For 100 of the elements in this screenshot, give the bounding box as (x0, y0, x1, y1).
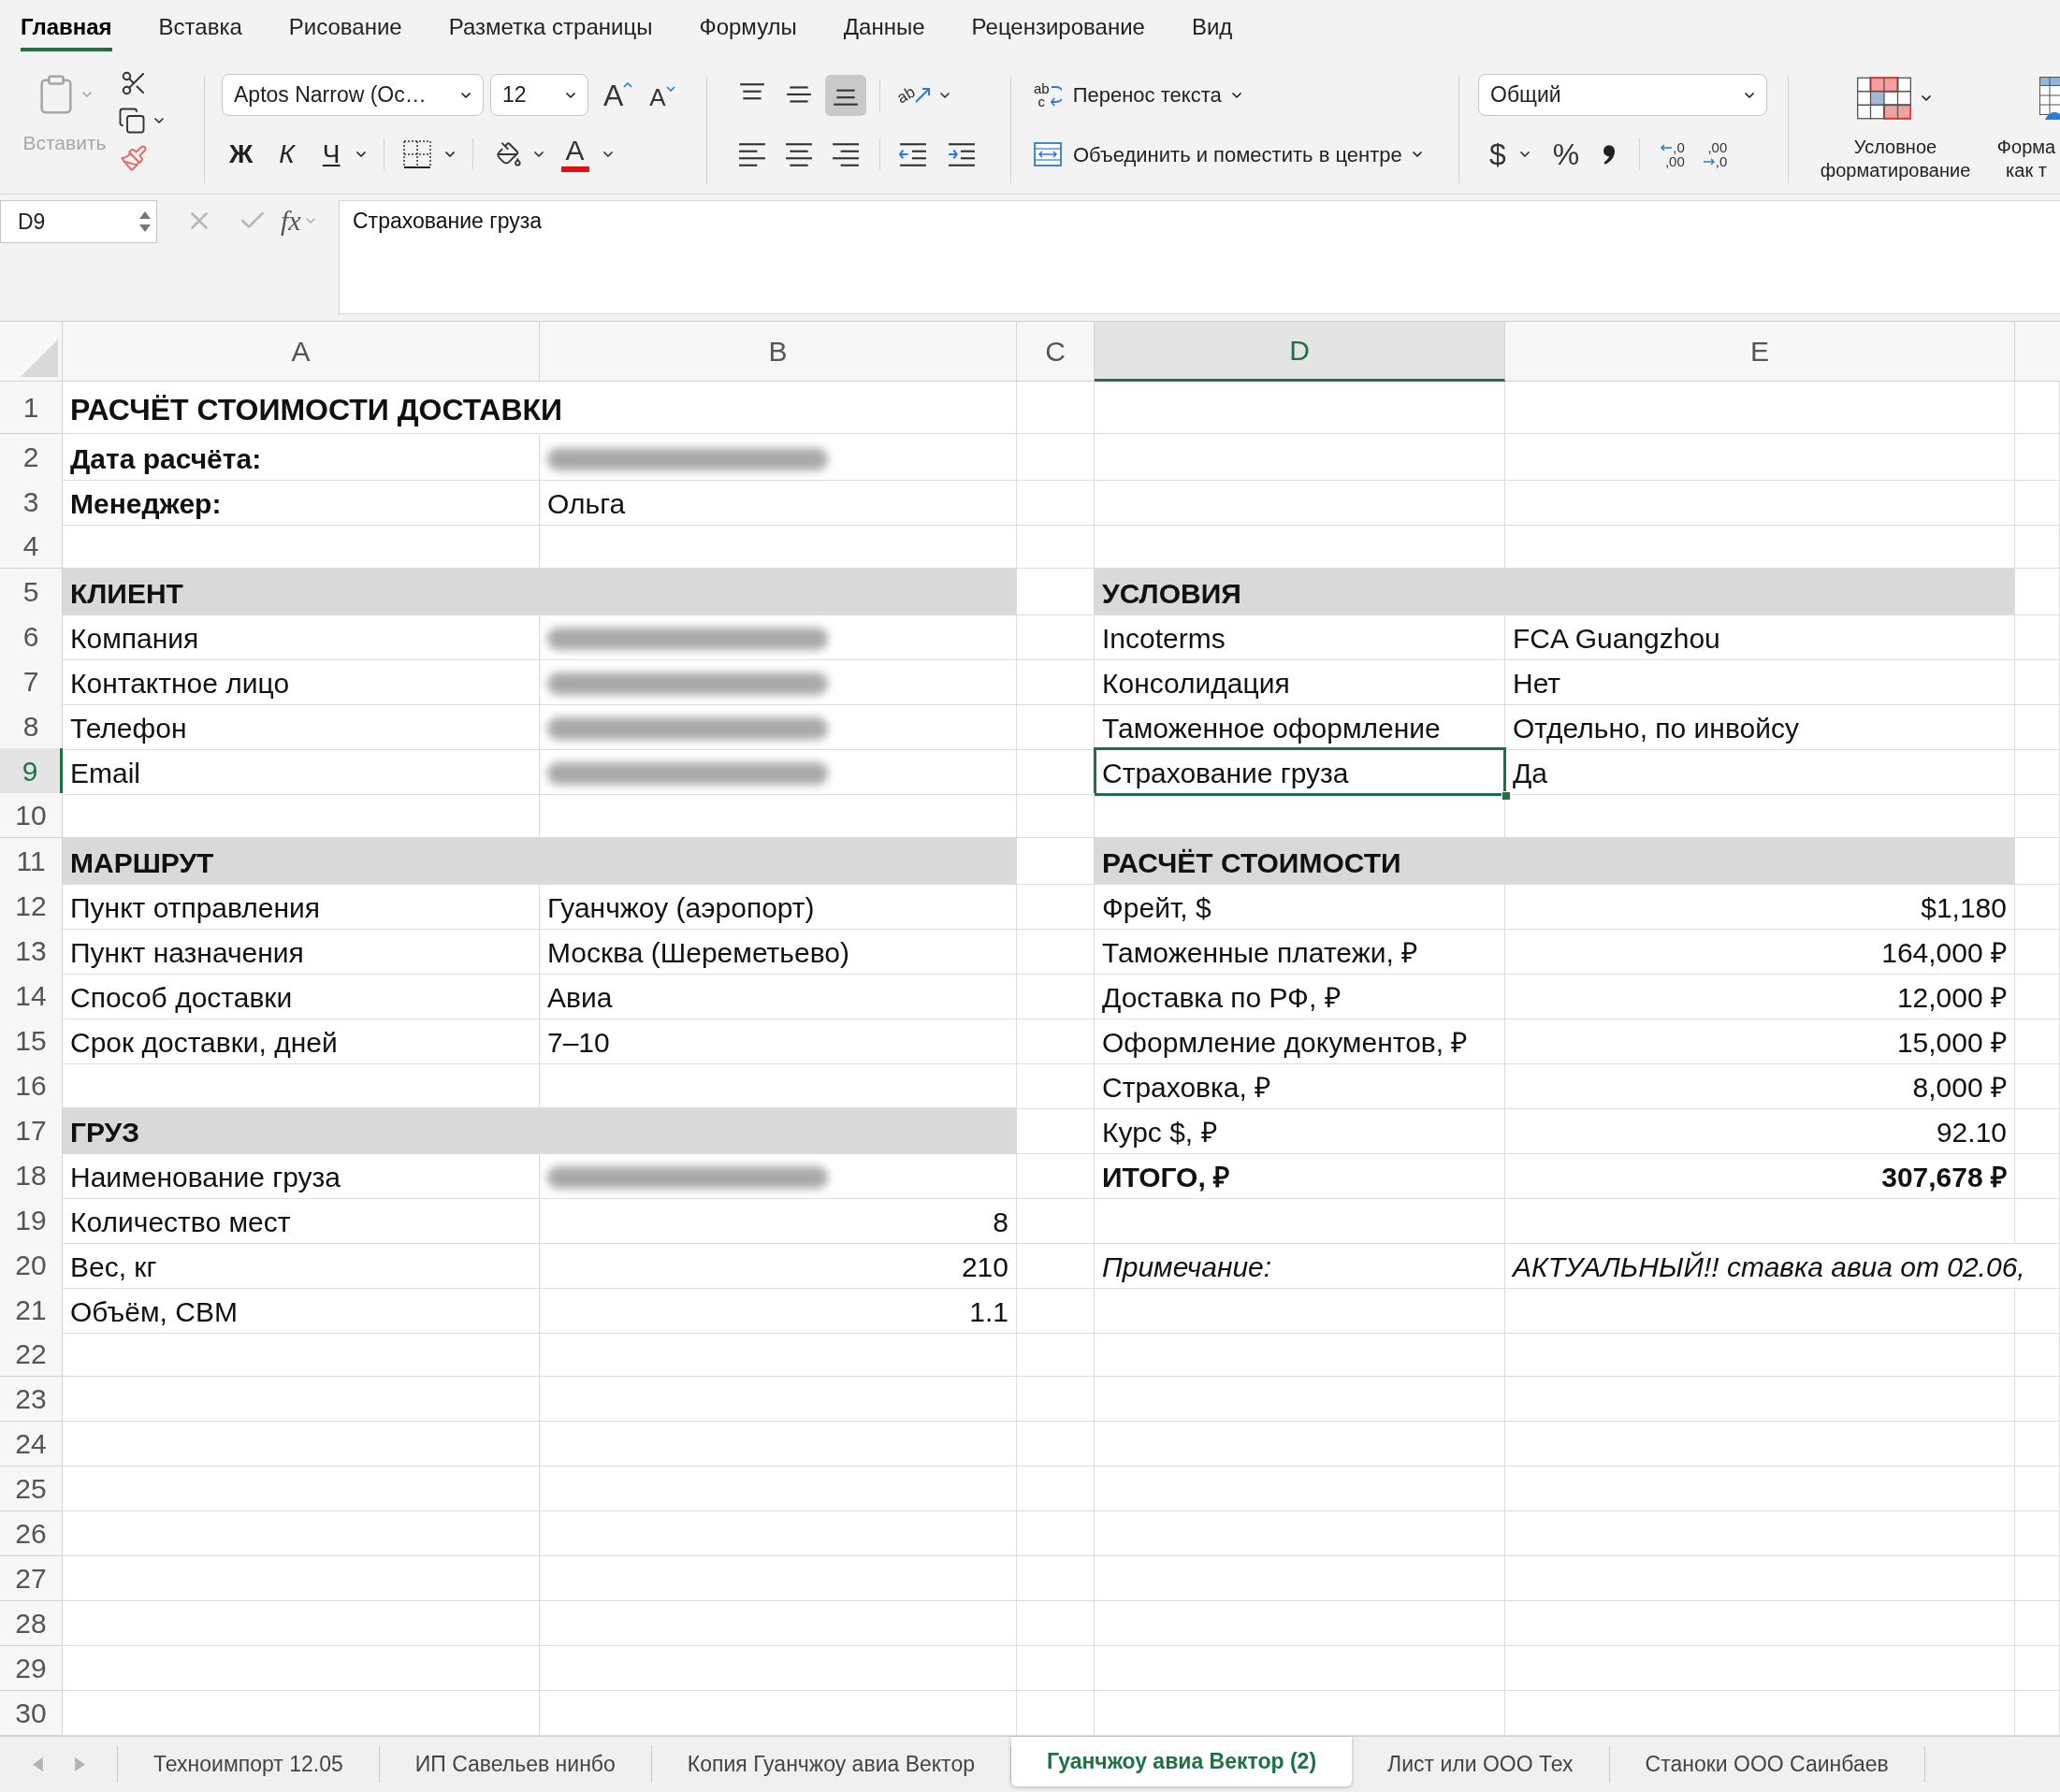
ribbon-tab[interactable]: Вид (1191, 6, 1233, 51)
sheet-tab[interactable]: Лист или ООО Тех (1352, 1746, 1610, 1783)
ribbon-tab[interactable]: Формулы (699, 6, 797, 51)
row-header[interactable]: 17 (0, 1107, 63, 1154)
row-header[interactable]: 30 (0, 1691, 63, 1736)
row-header[interactable]: 20 (0, 1242, 63, 1289)
ribbon-tab[interactable]: Вставка (158, 6, 242, 51)
name-box[interactable]: D9 (0, 200, 157, 243)
column-header[interactable]: D (1095, 322, 1505, 382)
table-cell: Объём, CBM (63, 1287, 540, 1334)
row-header[interactable]: 16 (0, 1062, 63, 1109)
empty-cell (2015, 928, 2060, 975)
row-header[interactable]: 3 (0, 479, 63, 526)
section-header-cell: РАСЧЁТ СТОИМОСТИ (1095, 838, 2015, 885)
formula-input[interactable]: Страхование груза (339, 200, 2060, 314)
row-header[interactable]: 25 (0, 1467, 63, 1511)
fill-color-button[interactable] (495, 141, 546, 167)
row-header[interactable]: 8 (0, 703, 63, 750)
table-cell: Москва (Шереметьево) (540, 928, 1017, 975)
comma-icon[interactable] (1603, 144, 1616, 165)
row-header[interactable]: 5 (0, 569, 63, 615)
number-format-dropdown[interactable]: Общий (1478, 74, 1767, 116)
row-header[interactable]: 18 (0, 1152, 63, 1199)
row-header[interactable]: 29 (0, 1646, 63, 1691)
decrease-decimal-button[interactable]: ,00 ,0 (1703, 140, 1728, 168)
shrink-font-button[interactable]: A (649, 84, 675, 109)
empty-cell (2015, 973, 2060, 1019)
sheet-tab[interactable]: Копия Гуанчжоу авиа Вектор (651, 1746, 1011, 1783)
grow-font-button[interactable]: A (603, 79, 633, 110)
empty-cell (2015, 1018, 2060, 1064)
row-header[interactable]: 22 (0, 1332, 63, 1377)
sheet-tab[interactable]: Гуанчжоу авиа Вектор (2) (1011, 1737, 1353, 1786)
borders-button[interactable] (402, 140, 457, 168)
row-header[interactable]: 21 (0, 1287, 63, 1334)
empty-cell (2015, 382, 2060, 434)
empty-cell (2015, 1511, 2060, 1556)
row-header[interactable]: 23 (0, 1377, 63, 1422)
copy-button[interactable] (118, 107, 167, 135)
increase-indent-icon[interactable] (948, 141, 976, 167)
row-header[interactable]: 7 (0, 658, 63, 705)
format-table-button[interactable]: Форма как т (1993, 76, 2060, 182)
caret-up-icon (623, 81, 633, 88)
percent-button[interactable]: % (1552, 139, 1580, 169)
column-header[interactable]: B (540, 322, 1017, 382)
align-center-icon (785, 141, 813, 167)
row-header[interactable]: 11 (0, 838, 63, 885)
row-header[interactable]: 9 (0, 748, 63, 795)
sheet-tab[interactable]: ИП Савельев нинбо (379, 1746, 652, 1783)
sheet-tab[interactable]: Техноимпорт 12.05 (118, 1746, 380, 1783)
row-header[interactable]: 2 (0, 434, 63, 481)
align-button[interactable] (825, 74, 866, 116)
italic-button[interactable]: К (279, 141, 295, 167)
row-header[interactable]: 10 (0, 793, 63, 838)
font-color-button[interactable]: A (560, 137, 616, 172)
font-size-dropdown[interactable]: 12 (490, 74, 588, 116)
currency-button[interactable]: $ (1489, 139, 1532, 169)
empty-cell (2015, 658, 2060, 705)
ribbon-tab[interactable]: Рисование (288, 6, 402, 51)
insert-function-button[interactable]: fx (281, 207, 318, 235)
table-cell: Примечание: (1095, 1242, 1505, 1289)
row-header[interactable]: 27 (0, 1556, 63, 1601)
row-header[interactable]: 24 (0, 1422, 63, 1467)
table-cell: Доставка по РФ, ₽ (1095, 973, 1505, 1019)
row-header[interactable]: 6 (0, 614, 63, 660)
bold-button[interactable]: Ж (229, 141, 254, 167)
ribbon-tab[interactable]: Разметка страницы (448, 6, 653, 51)
column-header[interactable]: E (1505, 322, 2015, 382)
empty-cell (2015, 703, 2060, 750)
row-header[interactable]: 28 (0, 1601, 63, 1646)
empty-cell (2015, 1556, 2060, 1601)
increase-decimal-button[interactable]: ,0 ,00 (1661, 140, 1685, 168)
row-header[interactable]: 12 (0, 883, 63, 930)
orientation-button[interactable]: ab (897, 87, 952, 103)
table-cell: Оформление документов, ₽ (1095, 1018, 1505, 1064)
row-header[interactable]: 14 (0, 973, 63, 1019)
row-header[interactable]: 15 (0, 1018, 63, 1064)
sheet-tab[interactable]: Станоки ООО Саинбаев (1609, 1746, 1925, 1783)
conditional-format-button[interactable]: Условное форматирование (1811, 76, 1980, 182)
font-name-dropdown[interactable]: Aptos Narrow (Oc… (222, 74, 484, 116)
row-header[interactable]: 26 (0, 1511, 63, 1556)
row-header[interactable]: 1 (0, 382, 63, 434)
ribbon-tab[interactable]: Данные (843, 6, 925, 51)
wrap-text-button[interactable]: ab c Перенос текста (1034, 74, 1458, 116)
row-header[interactable]: 19 (0, 1197, 63, 1244)
table-cell: Контактное лицо (63, 658, 540, 705)
empty-cell (2015, 1332, 2060, 1377)
row-header[interactable]: 13 (0, 928, 63, 975)
table-cell: Отдельно, по инвойсу (1505, 703, 2015, 750)
table-cell: 8,000 ₽ (1505, 1062, 2015, 1109)
table-cell: Страхование груза (1095, 748, 1505, 795)
fill-handle[interactable] (1501, 791, 1511, 801)
merge-center-button[interactable]: Объединить и поместить в центре (1034, 134, 1458, 175)
row-header[interactable]: 4 (0, 524, 63, 569)
empty-cell (2015, 524, 2060, 569)
table-cell: Incoterms (1095, 614, 1505, 660)
underline-button[interactable]: Ч (322, 141, 369, 167)
paintbrush-icon[interactable] (120, 144, 148, 172)
column-header[interactable]: A (63, 322, 540, 382)
ribbon-tab[interactable]: Рецензирование (971, 6, 1145, 51)
decrease-indent-icon[interactable] (899, 141, 927, 167)
